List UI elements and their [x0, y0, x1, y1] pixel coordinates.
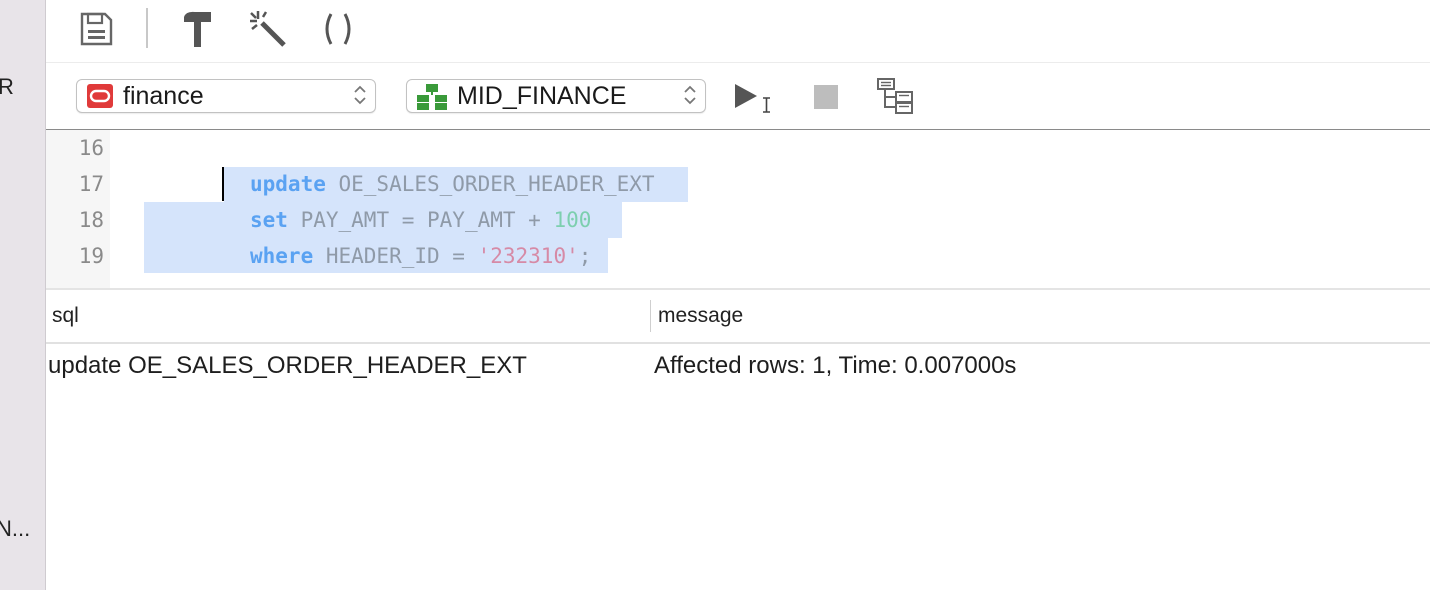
sql-editor[interactable]: 16 17 18 19 update OE_SALES_ORDER_HEADER…	[46, 130, 1430, 290]
results-panel: sql message update OE_SALES_ORDER_HEADER…	[46, 290, 1430, 590]
save-icon	[80, 12, 113, 46]
stop-button[interactable]	[806, 77, 846, 117]
parentheses-icon	[325, 13, 351, 45]
code-line: where HEADER_ID = '232310';	[250, 244, 591, 268]
connection-select[interactable]: finance	[76, 79, 376, 113]
magic-wand-icon	[250, 11, 286, 47]
connection-select-value: finance	[123, 81, 204, 110]
schema-select[interactable]: MID_FINANCE	[406, 79, 706, 113]
column-header-sql[interactable]: sql	[52, 304, 79, 328]
sql-number: 100	[553, 208, 592, 232]
play-icon	[735, 84, 770, 113]
results-header: sql message	[46, 290, 1430, 344]
stop-icon	[814, 85, 838, 109]
result-cell-sql[interactable]: update OE_SALES_ORDER_HEADER_EXT	[48, 352, 527, 380]
column-divider[interactable]	[650, 300, 651, 332]
toolbar-separator	[146, 8, 148, 48]
sql-text: ;	[578, 244, 592, 268]
sql-text: HEADER_ID =	[313, 244, 478, 268]
sql-keyword: where	[250, 244, 314, 268]
toolbar	[46, 0, 1430, 63]
sql-keyword: update	[250, 172, 326, 196]
line-number: 17	[78, 172, 104, 196]
save-button[interactable]	[76, 8, 116, 50]
code-line: update OE_SALES_ORDER_HEADER_EXT	[250, 172, 655, 196]
chevron-updown-icon	[684, 85, 696, 105]
sidebar-fragment-top[interactable]: R	[0, 74, 14, 100]
explain-button[interactable]	[874, 77, 918, 117]
selector-row: finance MID_FINANCE	[46, 63, 1430, 130]
sql-text: PAY_AMT = PAY_AMT +	[287, 208, 554, 232]
schema-icon	[417, 84, 447, 110]
explain-plan-icon	[877, 78, 913, 114]
line-number: 18	[78, 208, 104, 232]
schema-select-value: MID_FINANCE	[457, 81, 627, 110]
text-cursor	[222, 167, 224, 201]
sql-keyword: set	[250, 208, 288, 232]
beautify-button[interactable]	[248, 8, 288, 50]
line-number: 19	[78, 244, 104, 268]
sidebar-fragment-bottom[interactable]: N...	[0, 516, 30, 542]
sql-string: '232310'	[477, 244, 579, 268]
sql-text: OE_SALES_ORDER_HEADER_EXT	[325, 172, 655, 196]
column-header-message[interactable]: message	[658, 304, 743, 328]
hammer-icon	[184, 11, 211, 47]
sidebar: R N...	[0, 0, 46, 590]
oracle-icon	[87, 84, 113, 108]
line-number-gutter: 16 17 18 19	[46, 130, 110, 288]
chevron-updown-icon	[354, 85, 366, 105]
run-button[interactable]	[730, 77, 778, 117]
result-cell-message[interactable]: Affected rows: 1, Time: 0.007000s	[654, 352, 1016, 380]
build-button[interactable]	[178, 8, 218, 50]
parentheses-button[interactable]	[318, 8, 358, 50]
line-number: 16	[78, 136, 104, 160]
code-line: set PAY_AMT = PAY_AMT + 100	[250, 208, 591, 232]
